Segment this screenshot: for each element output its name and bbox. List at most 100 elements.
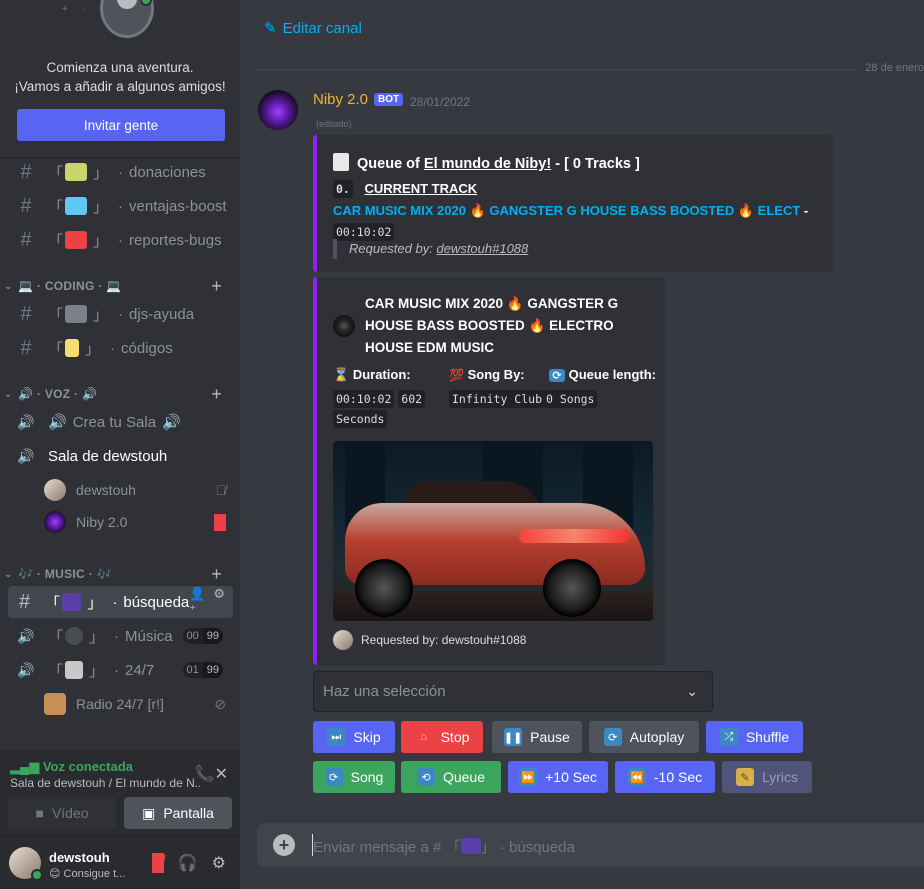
selection-dropdown[interactable]: Haz una selección ⌄ (313, 671, 713, 712)
speaker-icon: 🔊 (17, 413, 35, 430)
deafened-icon: ⊘ (214, 695, 226, 712)
avatar (44, 479, 66, 501)
song-thumbnail-image[interactable] (333, 441, 653, 621)
fire-emoji-icon: 🔥 (737, 203, 755, 218)
channel-djs-ayuda[interactable]: # 「 」 · djs-ayuda (8, 298, 233, 330)
channel-codigos[interactable]: # 「 」 · códigos (8, 332, 233, 364)
music-emoji-icon: 🎶 · (18, 567, 45, 581)
category-voz[interactable]: ⌄ 🔊 · VOZ · 🔊 + (4, 384, 234, 404)
invite-line2: ¡Vamos a añadir a algunos amigos! (14, 79, 226, 94)
headphones-icon[interactable]: 🎧 (178, 853, 198, 873)
music-emoji-icon (62, 593, 82, 611)
invite-people-button[interactable]: Invitar gente (17, 109, 225, 141)
user-limit: 99 (202, 662, 223, 678)
bracket-close: 」 (89, 662, 105, 680)
track-count: [ 0 Tracks ] (564, 156, 640, 172)
pause-button[interactable]: ❚❚ Pause (492, 721, 582, 753)
voice-channel-crea-tu-sala[interactable]: 🔊 🔊 Crea tu Sala 🔊 (8, 406, 233, 438)
speaker-emoji-icon: · 🔊 (70, 387, 98, 401)
button-label: Shuffle (745, 729, 790, 745)
button-label: Stop (440, 729, 470, 745)
category-coding[interactable]: ⌄ 💻 · CODING · 💻 + (4, 276, 234, 296)
voice-user-name: dewstouh (76, 482, 136, 498)
gear-icon[interactable]: ⚙ (212, 853, 226, 873)
bot-tag: BOT (374, 93, 404, 106)
car-lights (519, 529, 629, 543)
skip-button[interactable]: ⏭ Skip (313, 721, 395, 753)
channel-ventajas-boost[interactable]: # 「 」 · ventajas-boost (8, 190, 233, 222)
voice-channel-sala-de-dewstouh[interactable]: 🔊 Sala de dewstouh (8, 440, 233, 472)
voice-channel-musica[interactable]: 🔊 「 」 · Música 00 99 (8, 620, 233, 652)
channel-label: reportes-bugs (129, 231, 222, 249)
song-title: CAR MUSIC MIX 2020 🔥 GANGSTER G HOUSE BA… (365, 296, 619, 355)
channel-label: búsqueda (123, 593, 190, 611)
shuffle-icon: ⤮ (719, 728, 738, 746)
voice-channel-24-7[interactable]: 🔊 「 」 · 24/7 01 99 (8, 654, 233, 686)
invite-member-icon[interactable]: 👤⁺ (189, 586, 207, 618)
bracket-open: 「 (48, 232, 64, 250)
hash-icon: # (20, 336, 32, 359)
bracket-open: 「 (48, 340, 64, 358)
speaker-emoji-icon: 🔊 (162, 414, 181, 431)
voice-location[interactable]: Sala de dewstouh / El mundo de N... (10, 776, 200, 790)
button-label: Pause (530, 729, 570, 745)
voice-user-radio[interactable]: Radio 24/7 [r!] ⊘ (44, 689, 232, 719)
mic-muted-icon[interactable]: 🎙̸ (151, 853, 164, 873)
voice-user-dewstouh[interactable]: dewstouh 🎙̸ (44, 475, 232, 505)
bracket-close: 」 (480, 839, 496, 856)
message-author[interactable]: Niby 2.0 (313, 91, 368, 108)
add-channel-icon[interactable]: + (211, 276, 222, 297)
message-input[interactable]: + Enviar mensaje a # 「 」 · búsqueda (257, 823, 924, 867)
pencil-icon: ✎ (264, 20, 277, 37)
voice-user-name: Niby 2.0 (76, 514, 128, 530)
separator-dot: · (112, 593, 118, 611)
autoplay-button[interactable]: ⟳ Autoplay (589, 721, 699, 753)
disconnect-icon[interactable]: 📞✕ (195, 764, 228, 784)
gear-icon[interactable]: ⚙ (213, 586, 225, 618)
channel-label: djs-ayuda (129, 305, 195, 323)
server-name: El mundo de Niby! (423, 156, 552, 172)
channel-donaciones[interactable]: # 「 」 · donaciones (8, 156, 233, 188)
track-title-part3: ELECT (757, 203, 801, 218)
shuffle-button[interactable]: ⤮ Shuffle (706, 721, 803, 753)
current-track-link[interactable]: CAR MUSIC MIX 2020 🔥 GANGSTER G HOUSE BA… (333, 203, 808, 219)
dash-separator: - (803, 203, 809, 218)
channel-busqueda[interactable]: # 「 」 · búsqueda 👤⁺ ⚙ (8, 586, 233, 618)
bracket-close: 」 (93, 306, 109, 324)
video-button[interactable]: ■ Vídeo (8, 797, 116, 829)
category-music[interactable]: ⌄ 🎶 · MUSIC · 🎶 + (4, 564, 234, 584)
forward-10-button[interactable]: ⏩ +10 Sec (508, 761, 608, 793)
separator-dot: · (118, 163, 124, 181)
song-by-label: Song By: (467, 367, 525, 382)
user-limit-badge: 01 99 (182, 662, 223, 678)
requester-name[interactable]: dewstouh#1088 (436, 241, 528, 256)
user-controls: 🎙̸ 🎧 ⚙ (151, 853, 226, 873)
radio-emoji-icon (65, 661, 84, 679)
edit-channel-link[interactable]: ✎ Editar canal (264, 19, 362, 37)
track-duration: 00:10:02 (333, 223, 395, 241)
mic-muted-icon: 🎙̸ (215, 482, 227, 498)
queue-loop-button[interactable]: ⟲ Queue (401, 761, 501, 793)
now-playing-embed: CAR MUSIC MIX 2020 🔥 GANGSTER G HOUSE BA… (313, 277, 665, 665)
song-loop-button[interactable]: ⟳ Song (313, 761, 395, 793)
add-channel-icon[interactable]: + (211, 384, 222, 405)
duration-label: Duration: (352, 367, 411, 382)
stop-button[interactable]: ⌂ Stop (401, 721, 483, 753)
queue-length: 0 Songs (543, 390, 598, 408)
button-label: Lyrics (761, 769, 799, 785)
category-label: MUSIC (44, 567, 85, 581)
bracket-close: 」 (89, 628, 105, 646)
add-attachment-icon[interactable]: + (273, 834, 295, 856)
requested-by: Requested by: dewstouh#1088 (333, 239, 528, 259)
channel-label: Crea tu Sala (72, 413, 157, 431)
add-channel-icon[interactable]: + (211, 564, 222, 585)
bot-avatar[interactable] (258, 90, 298, 130)
lyrics-button[interactable]: ✎ Lyrics (722, 761, 812, 793)
channel-label: Sala de dewstouh (48, 447, 168, 465)
category-label: CODING (44, 279, 95, 293)
voice-user-niby[interactable]: Niby 2.0 ⊘ (44, 507, 232, 537)
rewind-10-button[interactable]: ⏪ -10 Sec (615, 761, 715, 793)
screen-share-button[interactable]: ▣ Pantalla (124, 797, 232, 829)
channel-reportes-bugs[interactable]: # 「 」 · reportes-bugs (8, 224, 233, 256)
footer-text: Requested by: dewstouh#1088 (361, 633, 527, 647)
